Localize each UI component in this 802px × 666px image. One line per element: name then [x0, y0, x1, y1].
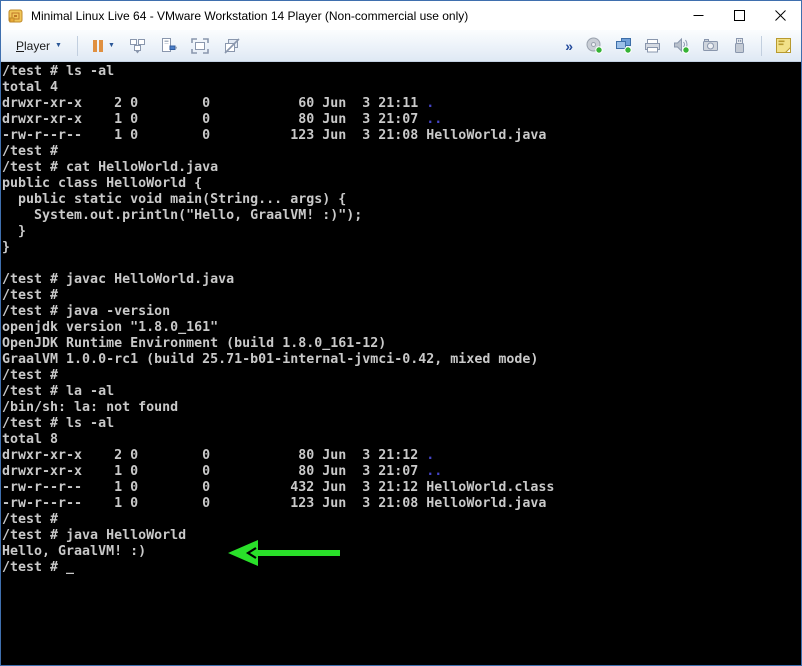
sound-button[interactable] — [670, 34, 693, 57]
sound-icon — [673, 37, 690, 54]
terminal-line: /test # javac HelloWorld.java — [2, 272, 801, 288]
camera-icon — [702, 37, 719, 54]
terminal-line: } — [2, 240, 801, 256]
overflow-chevron-icon[interactable]: » — [561, 38, 577, 54]
chevron-down-icon: ▼ — [55, 42, 62, 49]
device-status-bar: » — [561, 34, 795, 57]
chevron-down-icon: ▼ — [108, 42, 115, 49]
cd-drive-icon — [586, 37, 603, 54]
titlebar[interactable]: Minimal Linux Live 64 - VMware Workstati… — [1, 1, 801, 30]
terminal-line: /test # — [2, 512, 801, 528]
terminal-line: drwxr-xr-x 2 0 0 60 Jun 3 21:11 . — [2, 96, 801, 112]
terminal-line: public class HelloWorld { — [2, 176, 801, 192]
toolbar-separator — [761, 36, 762, 56]
cd-drive-button[interactable] — [583, 34, 606, 57]
terminal-line: /test # java -version — [2, 304, 801, 320]
maximize-button[interactable] — [719, 1, 760, 30]
terminal-line: /test # — [2, 368, 801, 384]
fullscreen-button[interactable] — [186, 35, 214, 57]
terminal-line: public static void main(String... args) … — [2, 192, 801, 208]
terminal-line: openjdk version "1.8.0_161" — [2, 320, 801, 336]
terminal-line: drwxr-xr-x 1 0 0 80 Jun 3 21:07 .. — [2, 112, 801, 128]
terminal-line — [2, 256, 801, 272]
unity-mode-icon — [223, 37, 240, 54]
grab-input-button[interactable] — [155, 34, 182, 57]
player-menu-label: Player — [16, 39, 50, 53]
terminal-line: /test # ls -al — [2, 416, 801, 432]
grab-input-icon — [160, 37, 177, 54]
printer-icon — [644, 37, 661, 54]
window-controls — [678, 1, 801, 30]
network-adapter-button[interactable] — [612, 34, 635, 57]
ctrl-alt-del-icon — [129, 37, 146, 54]
close-button[interactable] — [760, 1, 801, 30]
terminal-line: OpenJDK Runtime Environment (build 1.8.0… — [2, 336, 801, 352]
terminal-line: -rw-r--r-- 1 0 0 123 Jun 3 21:08 HelloWo… — [2, 128, 801, 144]
usb-device-icon — [731, 37, 748, 54]
window-title: Minimal Linux Live 64 - VMware Workstati… — [31, 9, 678, 23]
annotation-arrow-icon — [226, 538, 344, 568]
terminal-line: /test # cat HelloWorld.java — [2, 160, 801, 176]
terminal-line: /bin/sh: la: not found — [2, 400, 801, 416]
toolbar: Player ▼ ▼ — [1, 30, 801, 62]
terminal-line: GraalVM 1.0.0-rc1 (build 25.71-b01-inter… — [2, 352, 801, 368]
vmware-player-window: Minimal Linux Live 64 - VMware Workstati… — [0, 0, 802, 666]
terminal-line: } — [2, 224, 801, 240]
terminal-line: /test # java HelloWorld — [2, 528, 801, 544]
usb-device-button[interactable] — [728, 34, 751, 57]
network-adapter-icon — [615, 37, 632, 54]
suspend-button[interactable]: ▼ — [86, 36, 120, 56]
fullscreen-icon — [191, 38, 209, 54]
unity-mode-button[interactable] — [218, 34, 245, 57]
terminal-line: -rw-r--r-- 1 0 0 432 Jun 3 21:12 HelloWo… — [2, 480, 801, 496]
terminal-line: total 4 — [2, 80, 801, 96]
terminal-line: /test # ls -al — [2, 64, 801, 80]
ctrl-alt-del-button[interactable] — [124, 34, 151, 57]
terminal-screen[interactable]: /test # ls -altotal 4drwxr-xr-x 2 0 0 60… — [1, 62, 801, 665]
terminal-line: /test # _ — [2, 560, 801, 576]
toolbar-separator — [77, 36, 78, 56]
terminal-output: /test # ls -altotal 4drwxr-xr-x 2 0 0 60… — [2, 64, 801, 576]
player-menu-button[interactable]: Player ▼ — [9, 35, 69, 57]
thumbnail-bar-button[interactable] — [772, 34, 795, 57]
terminal-line: drwxr-xr-x 1 0 0 80 Jun 3 21:07 .. — [2, 464, 801, 480]
terminal-line: /test # la -al — [2, 384, 801, 400]
pause-icon — [91, 39, 105, 53]
printer-button[interactable] — [641, 34, 664, 57]
terminal-line: total 8 — [2, 432, 801, 448]
terminal-line: System.out.println("Hello, GraalVM! :)")… — [2, 208, 801, 224]
camera-button[interactable] — [699, 34, 722, 57]
thumbnail-bar-icon — [775, 37, 792, 54]
terminal-line: /test # — [2, 288, 801, 304]
terminal-line: -rw-r--r-- 1 0 0 123 Jun 3 21:08 HelloWo… — [2, 496, 801, 512]
terminal-line: /test # — [2, 144, 801, 160]
vmware-player-icon — [8, 8, 24, 24]
terminal-line: Hello, GraalVM! :) — [2, 544, 801, 560]
terminal-line: drwxr-xr-x 2 0 0 80 Jun 3 21:12 . — [2, 448, 801, 464]
minimize-button[interactable] — [678, 1, 719, 30]
